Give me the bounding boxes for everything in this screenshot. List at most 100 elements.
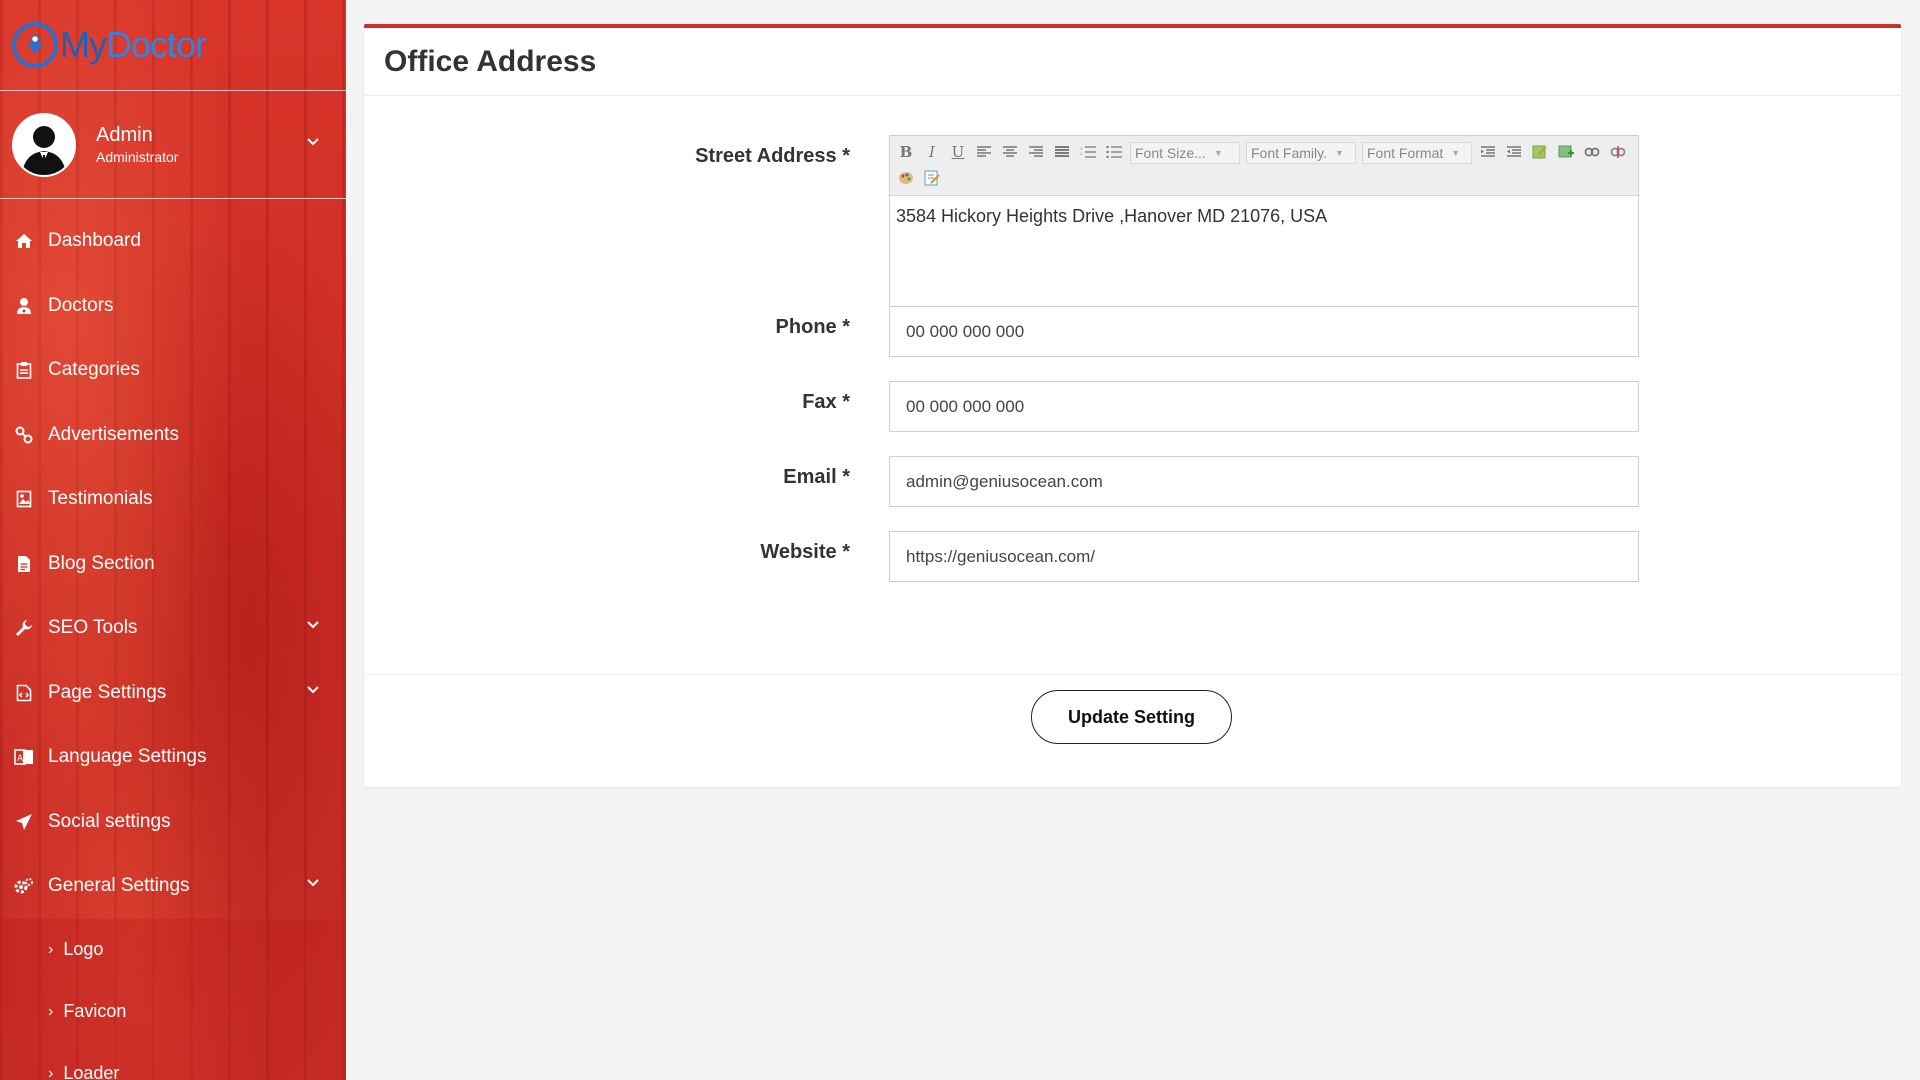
street-address-textarea[interactable]: 3584 Hickory Heights Drive ,Hanover MD 2…: [890, 196, 1638, 237]
sidebar-item-categories[interactable]: Categories: [0, 338, 346, 403]
chevron-down-icon: [307, 879, 319, 887]
sidebar-item-label: Dashboard: [48, 230, 141, 252]
sidebar-item-label: Advertisements: [48, 423, 179, 445]
font-size-select-label: Font Size...: [1135, 145, 1206, 161]
font-family-select[interactable]: Font Family. ▼: [1246, 142, 1356, 164]
underline-icon[interactable]: U: [948, 142, 968, 162]
sidebar-item-doctors[interactable]: Doctors: [0, 274, 346, 339]
sidebar-item-label: Social settings: [48, 810, 171, 832]
form-divider: [364, 674, 1901, 675]
sidebar-item-label: General Settings: [48, 875, 190, 897]
unordered-list-icon[interactable]: [1104, 142, 1124, 162]
insert-link-icon[interactable]: [1582, 142, 1602, 162]
caret-down-icon: ▼: [1334, 148, 1344, 158]
phone-input[interactable]: [889, 306, 1639, 357]
website-label: Website *: [760, 541, 850, 563]
file-icon: [14, 554, 34, 574]
sidebar-item-label: Doctors: [48, 294, 114, 316]
sidebar-item-label: SEO Tools: [48, 617, 138, 639]
outdent-icon[interactable]: [1504, 142, 1524, 162]
sidebar-item-social-settings[interactable]: Social settings: [0, 790, 346, 855]
caret-down-icon: ▼: [1213, 148, 1223, 158]
font-family-select-label: Font Family.: [1251, 145, 1327, 161]
align-left-icon[interactable]: [974, 142, 994, 162]
font-format-select[interactable]: Font Format ▼: [1362, 142, 1472, 164]
font-size-select[interactable]: Font Size... ▼: [1130, 142, 1240, 164]
sidebar-item-general-settings[interactable]: General Settings: [0, 854, 346, 919]
logo-heart-icon: [12, 22, 58, 68]
sidebar-subitem-label: Favicon: [63, 1001, 127, 1021]
sidebar-subitem-loader[interactable]: › Loader: [0, 1042, 346, 1080]
update-setting-button[interactable]: Update Setting: [1031, 690, 1232, 744]
chevron-down-icon: [307, 685, 319, 693]
logo-text-doctor: Doctor: [106, 24, 207, 65]
chevron-right-icon: ›: [48, 1002, 54, 1020]
indent-icon[interactable]: [1478, 142, 1498, 162]
code-file-icon: [14, 683, 34, 703]
edit-html-icon[interactable]: [1530, 142, 1550, 162]
sidebar-item-advertisements[interactable]: Advertisements: [0, 403, 346, 468]
user-name: Admin: [96, 124, 153, 146]
office-address-card: Office Address Street Address * B I U 12…: [364, 24, 1901, 787]
sidebar-item-label: Blog Section: [48, 552, 155, 574]
sidebar-item-label: Page Settings: [48, 681, 167, 703]
link-icon: [14, 425, 34, 445]
paper-plane-icon: [14, 812, 34, 832]
logo-text-my: My: [60, 24, 107, 65]
ordered-list-icon[interactable]: 12: [1078, 142, 1098, 162]
user-role: Administrator: [96, 149, 179, 165]
color-palette-icon[interactable]: [896, 168, 916, 188]
phone-label: Phone *: [775, 316, 850, 338]
svg-text:A: A: [17, 754, 24, 764]
chevron-down-icon[interactable]: [306, 137, 320, 147]
logo-text: MyDoctor: [60, 24, 207, 66]
sidebar-item-label: Testimonials: [48, 488, 153, 510]
sidebar-subitem-label: Logo: [63, 939, 104, 959]
home-icon: [14, 231, 34, 251]
sidebar-item-label: Language Settings: [48, 746, 207, 768]
user-panel[interactable]: Admin Administrator: [0, 91, 346, 199]
sidebar-item-page-settings[interactable]: Page Settings: [0, 661, 346, 726]
edit-document-icon[interactable]: [922, 168, 942, 188]
sidebar-item-seo-tools[interactable]: SEO Tools: [0, 596, 346, 661]
unlink-icon[interactable]: [1608, 142, 1628, 162]
language-icon: A: [14, 747, 34, 767]
align-right-icon[interactable]: [1026, 142, 1046, 162]
sidebar: MyDoctor Admin Administrator Dashboard D…: [0, 0, 346, 1080]
email-input[interactable]: [889, 456, 1639, 507]
sidebar-item-testimonials[interactable]: Testimonials: [0, 467, 346, 532]
wrench-icon: [14, 618, 34, 638]
card-header: Office Address: [364, 28, 1901, 96]
logo[interactable]: MyDoctor: [0, 0, 346, 91]
sidebar-nav: Dashboard Doctors Categories Advertiseme…: [0, 199, 346, 1080]
chevron-down-icon: [307, 621, 319, 629]
fax-input[interactable]: [889, 381, 1639, 432]
sidebar-subitem-label: Loader: [63, 1063, 120, 1080]
image-icon: [14, 489, 34, 509]
sidebar-item-language-settings[interactable]: A Language Settings: [0, 725, 346, 790]
sidebar-subitem-favicon[interactable]: › Favicon: [0, 980, 346, 1043]
italic-icon[interactable]: I: [922, 142, 942, 162]
email-label: Email *: [783, 466, 850, 488]
page-title: Office Address: [384, 44, 597, 78]
sidebar-item-blog-section[interactable]: Blog Section: [0, 532, 346, 597]
bold-icon[interactable]: B: [896, 142, 916, 162]
caret-down-icon: ▼: [1451, 148, 1461, 158]
cogs-icon: [14, 876, 34, 896]
sidebar-item-dashboard[interactable]: Dashboard: [0, 209, 346, 274]
editor-toolbar: B I U 12 Font Size... ▼ Font Family. ▼ Fon…: [890, 136, 1638, 196]
fax-label: Fax *: [802, 391, 850, 413]
chevron-right-icon: ›: [48, 1064, 54, 1080]
insert-image-icon[interactable]: [1556, 142, 1576, 162]
sidebar-item-label: Categories: [48, 359, 140, 381]
chevron-right-icon: ›: [48, 940, 54, 958]
align-justify-icon[interactable]: [1052, 142, 1072, 162]
website-input[interactable]: [889, 531, 1639, 582]
user-md-icon: [14, 296, 34, 316]
street-address-label: Street Address *: [695, 145, 850, 167]
svg-text:2: 2: [1080, 151, 1083, 156]
clipboard-icon: [14, 360, 34, 380]
avatar: [12, 112, 76, 177]
sidebar-subitem-logo[interactable]: › Logo: [0, 918, 346, 981]
align-center-icon[interactable]: [1000, 142, 1020, 162]
